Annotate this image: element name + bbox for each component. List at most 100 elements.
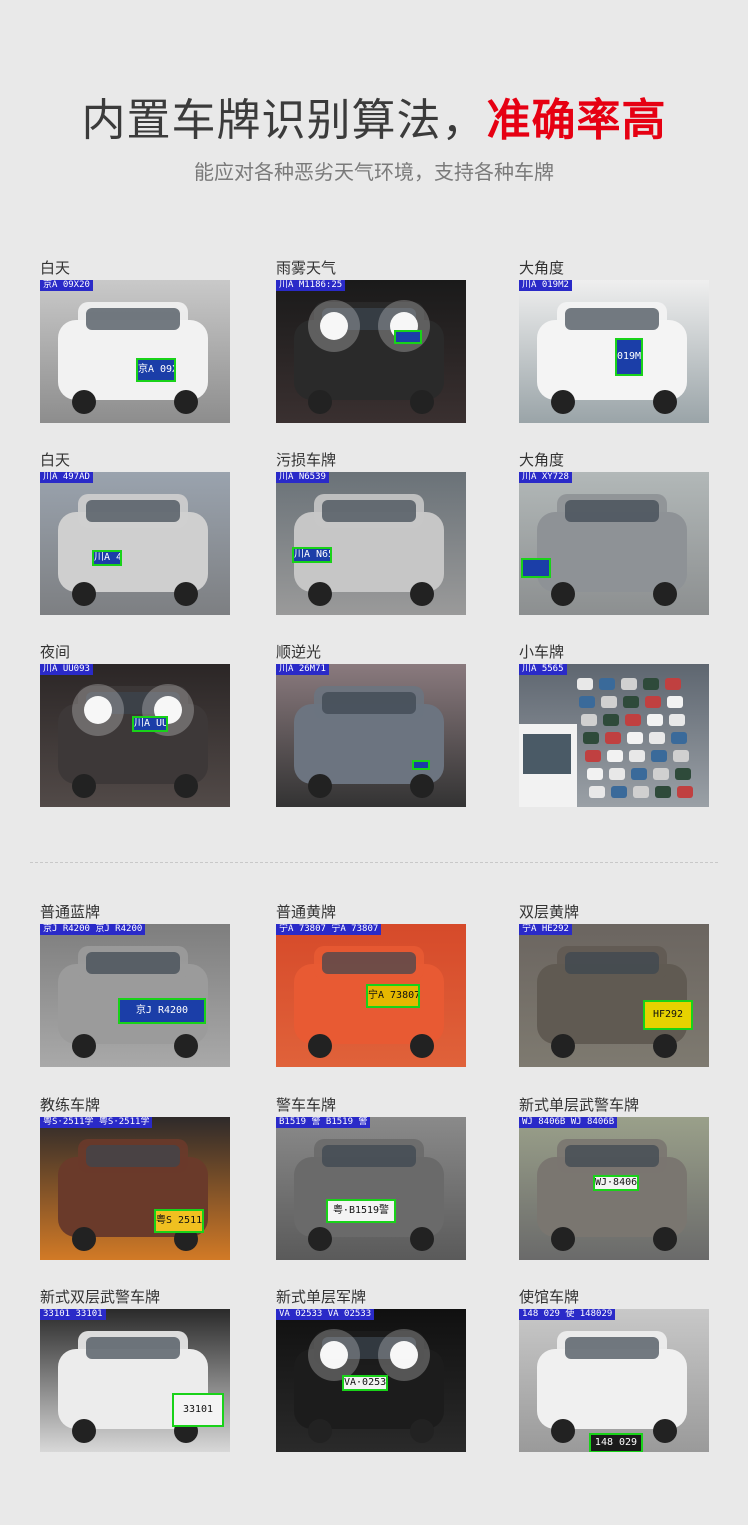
vehicle-photo-illustration (40, 280, 230, 423)
condition-photo: 川A 019M2 019M2 (519, 280, 709, 423)
plate-type-card: 新式单层武警车牌 WJ 8406B WJ 8406B WJ·8406B (519, 1095, 709, 1260)
condition-label: 污损车牌 (276, 451, 337, 469)
license-plate-detection-box: 33101 (172, 1393, 224, 1427)
condition-card: 顺逆光 川A 26M71 (276, 642, 466, 807)
condition-photo: 川A M1186:25 (276, 280, 466, 423)
recognition-overlay-text: 川A 497AD (40, 472, 93, 483)
condition-photo: 川A 26M71 (276, 664, 466, 807)
plate-type-photo: 宁A HE292 HF292 (519, 924, 709, 1067)
plate-type-label: 使馆车牌 (519, 1288, 580, 1306)
recognition-overlay-text: 川A 26M71 (276, 664, 329, 675)
recognition-overlay-text: 川A XY728 (519, 472, 572, 483)
condition-label: 顺逆光 (276, 643, 322, 661)
vehicle-photo-illustration (40, 472, 230, 615)
condition-photo: 京A 09X20 京A 09X20 (40, 280, 230, 423)
condition-card: 白天 川A 497AD 川A 497AD (40, 450, 230, 615)
condition-photo: 川A XY728 (519, 472, 709, 615)
plate-type-card: 新式单层军牌 VA 02533 VA 02533 VA·02533 (276, 1287, 466, 1452)
license-plate-detection-box (394, 330, 422, 344)
license-plate-detection-box: 京J R4200 (118, 998, 206, 1024)
recognition-overlay-text: 宁A 73807 宁A 73807 (276, 924, 382, 935)
recognition-overlay-text: 京A 09X20 (40, 280, 93, 291)
plate-type-label: 教练车牌 (40, 1096, 101, 1114)
vehicle-photo-illustration (519, 664, 709, 807)
plate-type-label: 双层黄牌 (519, 903, 580, 921)
recognition-overlay-text: 宁A HE292 (519, 924, 572, 935)
license-plate-detection-box: 宁A 73807 (366, 984, 420, 1008)
vehicle-photo-illustration (519, 924, 709, 1067)
condition-label: 大角度 (519, 259, 565, 277)
recognition-overlay-text: 粤S·2511学 粤S·2511学 (40, 1117, 153, 1128)
license-plate-detection-box: 粤·B1519警 (326, 1199, 396, 1223)
condition-photo: 川A 5565 (519, 664, 709, 807)
plate-type-photo: 宁A 73807 宁A 73807 宁A 73807 (276, 924, 466, 1067)
vehicle-photo-illustration (276, 280, 466, 423)
vehicle-photo-illustration (276, 664, 466, 807)
vehicle-photo-illustration (519, 1309, 709, 1452)
condition-label: 白天 (40, 259, 71, 277)
license-plate-detection-box: VA·02533 (342, 1375, 388, 1391)
page-subtitle: 能应对各种恶劣天气环境，支持各种车牌 (194, 160, 554, 184)
condition-card: 白天 京A 09X20 京A 09X20 (40, 258, 230, 423)
recognition-overlay-text: 川A M1186:25 (276, 280, 346, 291)
condition-card: 污损车牌 川A N6539 川A N6539 (276, 450, 466, 615)
plate-type-photo: 148 029 使 148029 148 029 (519, 1309, 709, 1452)
plate-type-photo: 33101 33101 33101 (40, 1309, 230, 1452)
recognition-overlay-text: 京J R4200 京J R4200 (40, 924, 146, 935)
vehicle-photo-illustration (276, 472, 466, 615)
page-title: 内置车牌识别算法，准确率高 (0, 92, 748, 150)
condition-card: 大角度 川A 019M2 019M2 (519, 258, 709, 423)
plate-type-card: 普通黄牌 宁A 73807 宁A 73807 宁A 73807 (276, 902, 466, 1067)
license-plate-detection-box: HF292 (643, 1000, 693, 1030)
plate-type-label: 普通蓝牌 (40, 903, 101, 921)
condition-label: 雨雾天气 (276, 259, 337, 277)
condition-card: 小车牌 川A 5565 (519, 642, 709, 807)
license-plate-detection-box: 川A UU093 (132, 716, 168, 732)
recognition-overlay-text: 川A UU093 (40, 664, 93, 675)
recognition-overlay-text: 川A 019M2 (519, 280, 572, 291)
title-main: 内置车牌识别算法， (81, 95, 487, 146)
license-plate-detection-box: 148 029 (589, 1433, 643, 1452)
plate-type-card: 警车车牌 B1519 警 B1519 警粤·B1519警 (276, 1095, 466, 1260)
condition-photo: 川A 497AD 川A 497AD (40, 472, 230, 615)
license-plate-detection-box: WJ·8406B (593, 1175, 639, 1191)
license-plate-detection-box: 京A 09X20 (136, 358, 176, 382)
plate-type-card: 双层黄牌 宁A HE292 HF292 (519, 902, 709, 1067)
plate-type-card: 教练车牌 粤S·2511学 粤S·2511学粤S 2511学 (40, 1095, 230, 1260)
plate-type-photo: VA 02533 VA 02533 VA·02533 (276, 1309, 466, 1452)
plate-type-photo: B1519 警 B1519 警粤·B1519警 (276, 1117, 466, 1260)
recognition-overlay-text: VA 02533 VA 02533 (276, 1309, 375, 1320)
plate-type-label: 普通黄牌 (276, 903, 337, 921)
recognition-overlay-text: WJ 8406B WJ 8406B (519, 1117, 618, 1128)
vehicle-photo-illustration (40, 924, 230, 1067)
vehicle-photo-illustration (40, 664, 230, 807)
recognition-overlay-text: 川A 5565 (519, 664, 567, 675)
condition-photo: 川A N6539 川A N6539 (276, 472, 466, 615)
condition-label: 白天 (40, 451, 71, 469)
vehicle-photo-illustration (519, 472, 709, 615)
license-plate-detection-box: 川A 497AD (92, 550, 122, 566)
vehicle-photo-illustration (40, 1117, 230, 1260)
condition-card: 大角度 川A XY728 (519, 450, 709, 615)
license-plate-detection-box: 川A N6539 (292, 547, 332, 563)
license-plate-detection-box (412, 760, 430, 770)
condition-label: 夜间 (40, 643, 71, 661)
condition-card: 夜间 川A UU093 川A UU093 (40, 642, 230, 807)
section-divider (30, 862, 718, 863)
plate-type-card: 新式双层武警车牌 33101 33101 33101 (40, 1287, 230, 1452)
plate-type-card: 使馆车牌 148 029 使 148029 148 029 (519, 1287, 709, 1452)
vehicle-photo-illustration (276, 1117, 466, 1260)
condition-photo: 川A UU093 川A UU093 (40, 664, 230, 807)
recognition-overlay-text: 川A N6539 (276, 472, 329, 483)
plate-type-card: 普通蓝牌 京J R4200 京J R4200 京J R4200 (40, 902, 230, 1067)
plate-type-photo: 京J R4200 京J R4200 京J R4200 (40, 924, 230, 1067)
title-accent: 准确率高 (486, 95, 667, 146)
license-plate-detection-box: 粤S 2511学 (154, 1209, 204, 1233)
plate-type-photo: 粤S·2511学 粤S·2511学粤S 2511学 (40, 1117, 230, 1260)
license-plate-detection-box: 019M2 (615, 338, 643, 376)
plate-type-label: 警车车牌 (276, 1096, 337, 1114)
recognition-overlay-text: 148 029 使 148029 (519, 1309, 616, 1320)
plate-type-photo: WJ 8406B WJ 8406B WJ·8406B (519, 1117, 709, 1260)
condition-card: 雨雾天气 川A M1186:25 (276, 258, 466, 423)
condition-label: 小车牌 (519, 643, 565, 661)
